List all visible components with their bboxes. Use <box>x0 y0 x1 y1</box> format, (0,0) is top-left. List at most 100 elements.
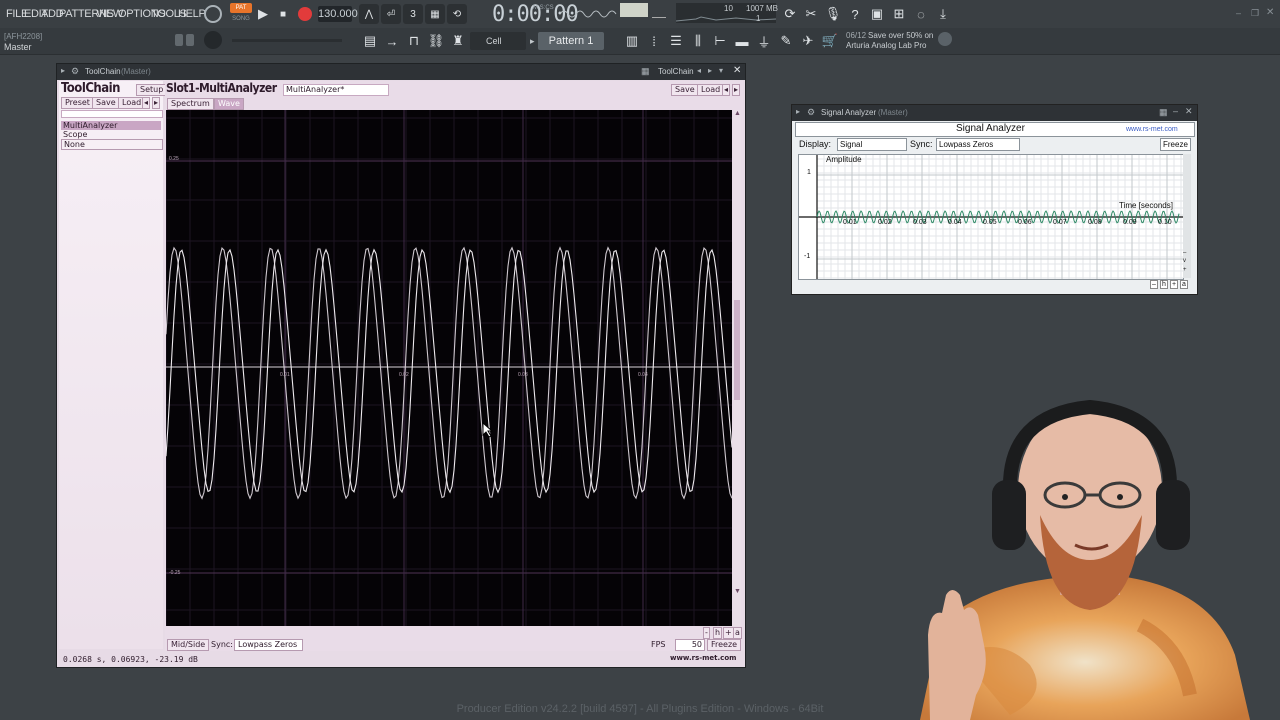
tab-wave[interactable]: Wave <box>214 98 244 110</box>
preset-name-field[interactable] <box>61 110 163 118</box>
snap-select[interactable]: Cell <box>470 32 526 50</box>
mixer-view-icon[interactable]: ⫼ <box>688 31 708 51</box>
sa-url-link[interactable]: www.rs-met.com <box>1126 126 1178 133</box>
close-window-icon[interactable]: ✕ <box>733 65 741 76</box>
channel-rack-icon[interactable]: ☰ <box>666 31 686 51</box>
pattern-selector[interactable]: Pattern 1 <box>538 32 604 50</box>
step-edit-icon[interactable]: ▦ <box>425 4 445 24</box>
image-line-icon[interactable] <box>938 32 952 46</box>
sa-plot[interactable]: Amplitude Time [seconds] 1 -1 0.01 0.02 0.… <box>798 154 1184 280</box>
fps-field[interactable]: 50 <box>675 639 705 651</box>
freeze-button[interactable]: Freeze <box>707 639 742 651</box>
master-pitch-slider[interactable] <box>232 39 342 42</box>
prev-button[interactable]: ◂ <box>142 97 151 109</box>
rsmet-link[interactable]: www.rs-met.com <box>670 654 736 662</box>
slot-prev-button[interactable]: ◂ <box>722 84 731 96</box>
hint-knob-icon[interactable] <box>204 31 222 49</box>
metronome-icon[interactable]: ⋀ <box>359 4 379 24</box>
sa-zoom-out-button[interactable]: – <box>1150 280 1158 289</box>
play-icon[interactable]: ▶ <box>253 4 273 24</box>
mixer-icon[interactable]: ⊞ <box>889 4 909 24</box>
magnet-icon[interactable]: ⊓ <box>404 31 424 51</box>
window-menu-icon[interactable]: ▾ <box>719 66 723 75</box>
save-icon[interactable]: ▣ <box>867 4 887 24</box>
pitch-slider[interactable] <box>652 17 666 18</box>
performance-icon[interactable]: ✈ <box>798 31 818 51</box>
pat-mode-button[interactable]: PAT <box>230 3 252 13</box>
signal-analyzer-titlebar[interactable]: ▸ ⚙ Signal Analyzer (Master) ▦ – ✕ <box>792 105 1197 121</box>
display-select[interactable]: Signal <box>837 138 907 151</box>
plugin-gear-icon[interactable]: ⚙ <box>807 107 815 118</box>
minimize-icon[interactable]: – <box>1236 8 1241 18</box>
scroll-up-icon[interactable]: ▲ <box>734 110 741 117</box>
slot-multianalyzer[interactable]: MultiAnalyzer <box>61 121 161 130</box>
sa-plot-canvas[interactable] <box>799 155 1183 279</box>
save-button[interactable]: Save <box>92 97 120 109</box>
pattern-prev-icon[interactable]: ▸ <box>530 32 538 50</box>
download-icon[interactable]: ⤓ <box>933 4 953 24</box>
sa-zoom-h-button[interactable]: h <box>1160 280 1168 289</box>
undo-icon[interactable]: ⟳ <box>780 4 800 24</box>
next-button[interactable]: ▸ <box>152 97 161 109</box>
scroll-thumb[interactable] <box>734 300 740 400</box>
news-text[interactable]: Save over 50% on <box>868 31 933 40</box>
slot-none[interactable]: None <box>61 139 163 150</box>
next-preset-icon[interactable]: ▸ <box>708 66 712 75</box>
help-icon[interactable]: ? <box>845 4 865 24</box>
menu-help[interactable]: HELP <box>178 8 206 20</box>
sync-select[interactable]: Lowpass Zeros <box>234 639 303 651</box>
chat-icon[interactable]: ◌ <box>911 4 931 24</box>
scroll-down-icon[interactable]: ▼ <box>734 588 741 595</box>
sa-zoom-in-v[interactable]: + <box>1183 267 1191 274</box>
minimize-window-icon[interactable]: – <box>1173 106 1178 116</box>
collapse-arrow-icon[interactable]: ▸ <box>796 107 800 116</box>
tab-spectrum[interactable]: Spectrum <box>167 98 214 110</box>
link-icon[interactable]: ⛓ <box>426 31 446 51</box>
song-mode-button[interactable]: SONG <box>230 14 252 24</box>
preset-button[interactable]: Preset <box>61 97 94 109</box>
browse-icon[interactable]: ▦ <box>641 66 650 77</box>
zoom-h-button[interactable]: h <box>713 627 723 639</box>
sa-freeze-button[interactable]: Freeze <box>1160 138 1191 151</box>
setup-button[interactable]: Setup <box>136 84 168 96</box>
stamp-icon[interactable]: ♜ <box>448 31 468 51</box>
vertical-scrollbar[interactable]: ▲ ▼ <box>733 110 741 626</box>
sa-zoom-in-button[interactable]: + <box>1170 280 1179 289</box>
microphone-icon[interactable]: 🎙 <box>823 4 843 24</box>
sa-sync-select[interactable]: Lowpass Zeros <box>936 138 1020 151</box>
news-text-2[interactable]: Arturia Analog Lab Pro <box>846 41 927 50</box>
restore-icon[interactable]: ❐ <box>1251 8 1259 19</box>
plugin-gear-icon[interactable]: ⚙ <box>71 66 79 77</box>
wait-input-icon[interactable]: ⏎ <box>381 4 401 24</box>
browse-icon[interactable]: ▦ <box>1159 107 1168 118</box>
close-icon[interactable]: ✕ <box>1266 7 1274 18</box>
tempo-display[interactable]: 130.000 <box>318 6 358 22</box>
slot-preset-name[interactable]: MultiAnalyzer* <box>283 84 389 96</box>
toolchain-titlebar[interactable]: ▸ ⚙ ToolChain (Master) ▦ ToolChain ◂ ▸ ▾… <box>57 64 745 80</box>
playlist-icon[interactable]: ▥ <box>622 31 642 51</box>
stop-icon[interactable]: ■ <box>273 4 293 24</box>
countdown-icon[interactable]: 3 <box>403 4 423 24</box>
sa-zoom-auto-button[interactable]: a <box>1180 280 1188 289</box>
slot-load-button[interactable]: Load <box>697 84 725 96</box>
project-icon[interactable]: ▬ <box>732 31 752 51</box>
cut-icon[interactable]: ✂ <box>801 4 821 24</box>
pin-icon[interactable] <box>186 34 194 46</box>
zoom-auto-button[interactable]: a <box>733 627 742 639</box>
plugin-icon[interactable]: ⏚ <box>754 31 774 51</box>
slot-save-button[interactable]: Save <box>671 84 699 96</box>
wave-plot-canvas[interactable] <box>166 110 732 626</box>
close-window-icon[interactable]: ✕ <box>1185 106 1193 117</box>
record-icon[interactable] <box>298 7 312 21</box>
step-sequencer-icon[interactable]: ⁞ <box>644 31 664 51</box>
collapse-arrow-icon[interactable]: ▸ <box>61 66 65 75</box>
arrow-icon[interactable]: → <box>382 31 402 51</box>
shop-icon[interactable]: 🛒 <box>820 31 840 51</box>
mid-side-button[interactable]: Mid/Side <box>167 639 210 651</box>
tools-icon[interactable]: ✎ <box>776 31 796 51</box>
prev-preset-icon[interactable]: ◂ <box>697 66 701 75</box>
sa-zoom-h-v[interactable]: v <box>1183 258 1191 265</box>
piano-roll-icon[interactable]: ▤ <box>360 31 380 51</box>
browser-icon[interactable]: ⊢ <box>710 31 730 51</box>
sa-zoom-out-v[interactable]: – <box>1183 250 1191 257</box>
